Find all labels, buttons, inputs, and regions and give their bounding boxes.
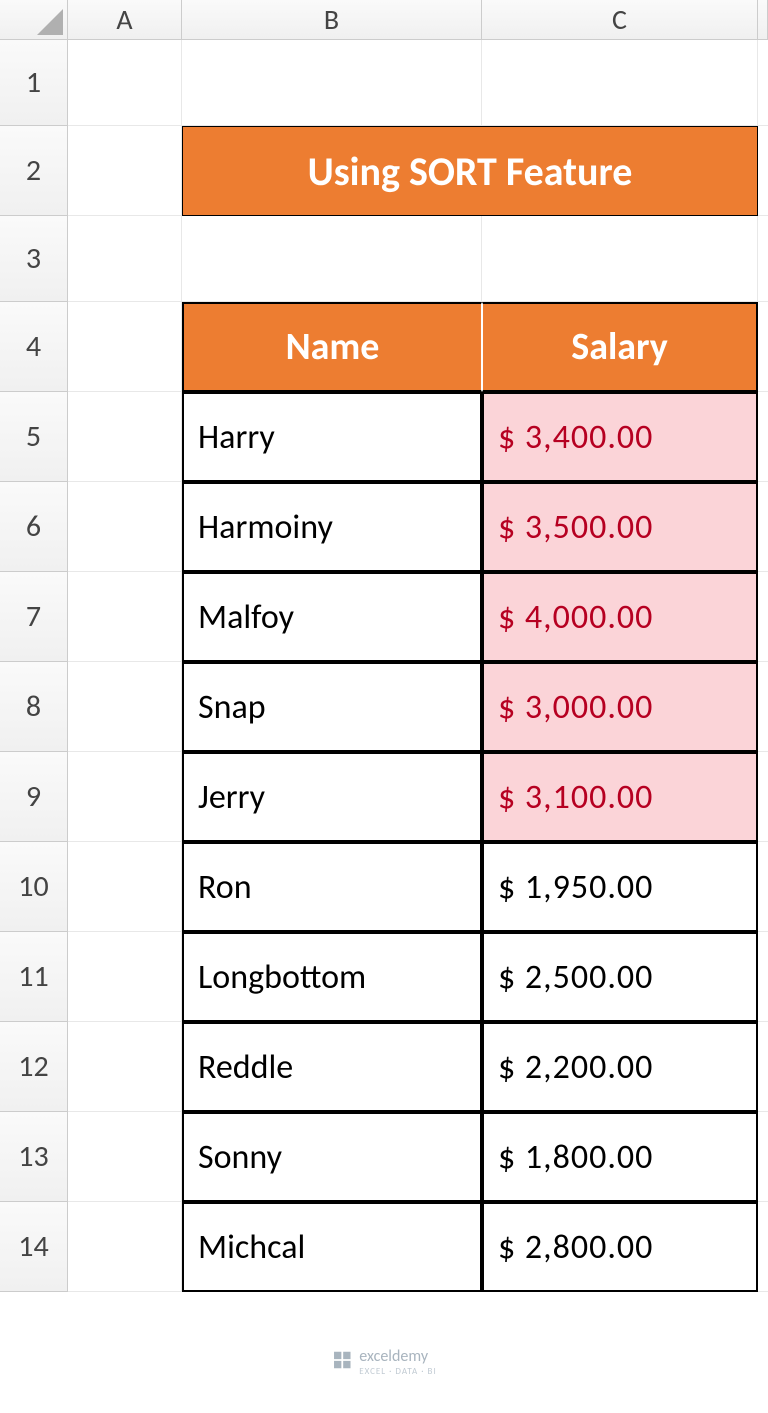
row-header-7[interactable]: 7 — [0, 572, 68, 662]
data-name-4[interactable]: Jerry — [182, 752, 482, 842]
cell-a5[interactable] — [68, 392, 182, 482]
data-name-2[interactable]: Malfoy — [182, 572, 482, 662]
watermark-tag: EXCEL · DATA · BI — [359, 1366, 436, 1377]
cell-a9[interactable] — [68, 752, 182, 842]
data-name-7[interactable]: Reddle — [182, 1022, 482, 1112]
cell-a10[interactable] — [68, 842, 182, 932]
spreadsheet-grid: A B C 1 2 Using SORT Feature 3 4 Name Sa… — [0, 0, 768, 1292]
cell-edge-8 — [758, 662, 768, 752]
row-header-11[interactable]: 11 — [0, 932, 68, 1022]
watermark: exceldemy EXCEL · DATA · BI — [331, 1347, 436, 1377]
data-salary-2[interactable]: $ 4,000.00 — [482, 572, 758, 662]
data-salary-9[interactable]: $ 2,800.00 — [482, 1202, 758, 1292]
cell-c1[interactable] — [482, 40, 758, 126]
cell-c3[interactable] — [482, 216, 758, 302]
cell-edge-3 — [758, 216, 768, 302]
row-header-4[interactable]: 4 — [0, 302, 68, 392]
data-salary-5[interactable]: $ 1,950.00 — [482, 842, 758, 932]
col-header-b[interactable]: B — [182, 0, 482, 40]
cell-edge-7 — [758, 572, 768, 662]
row-header-14[interactable]: 14 — [0, 1202, 68, 1292]
cell-edge-5 — [758, 392, 768, 482]
row-header-5[interactable]: 5 — [0, 392, 68, 482]
cell-edge-1 — [758, 40, 768, 126]
row-header-10[interactable]: 10 — [0, 842, 68, 932]
cell-edge-4 — [758, 302, 768, 392]
data-name-1[interactable]: Harmoiny — [182, 482, 482, 572]
cell-a2[interactable] — [68, 126, 182, 216]
cell-edge-2 — [758, 126, 768, 216]
row-header-2[interactable]: 2 — [0, 126, 68, 216]
cell-edge-11 — [758, 932, 768, 1022]
cell-a8[interactable] — [68, 662, 182, 752]
cell-a13[interactable] — [68, 1112, 182, 1202]
cell-b1[interactable] — [182, 40, 482, 126]
watermark-logo-icon — [331, 1349, 353, 1376]
cell-edge-9 — [758, 752, 768, 842]
data-salary-6[interactable]: $ 2,500.00 — [482, 932, 758, 1022]
cell-a6[interactable] — [68, 482, 182, 572]
data-name-0[interactable]: Harry — [182, 392, 482, 482]
cell-a11[interactable] — [68, 932, 182, 1022]
row-header-9[interactable]: 9 — [0, 752, 68, 842]
title-cell[interactable]: Using SORT Feature — [182, 126, 758, 216]
cell-a7[interactable] — [68, 572, 182, 662]
cell-a4[interactable] — [68, 302, 182, 392]
data-name-3[interactable]: Snap — [182, 662, 482, 752]
data-name-5[interactable]: Ron — [182, 842, 482, 932]
table-header-name[interactable]: Name — [182, 302, 482, 392]
cell-b3[interactable] — [182, 216, 482, 302]
watermark-brand: exceldemy — [359, 1347, 428, 1366]
cell-a3[interactable] — [68, 216, 182, 302]
data-salary-1[interactable]: $ 3,500.00 — [482, 482, 758, 572]
data-salary-8[interactable]: $ 1,800.00 — [482, 1112, 758, 1202]
cell-a1[interactable] — [68, 40, 182, 126]
data-name-6[interactable]: Longbottom — [182, 932, 482, 1022]
data-name-9[interactable]: Michcal — [182, 1202, 482, 1292]
data-salary-0[interactable]: $ 3,400.00 — [482, 392, 758, 482]
cell-a14[interactable] — [68, 1202, 182, 1292]
cell-edge-14 — [758, 1202, 768, 1292]
row-header-13[interactable]: 13 — [0, 1112, 68, 1202]
row-header-3[interactable]: 3 — [0, 216, 68, 302]
cell-edge-13 — [758, 1112, 768, 1202]
select-all-corner[interactable] — [0, 0, 68, 40]
cell-a12[interactable] — [68, 1022, 182, 1112]
table-header-salary[interactable]: Salary — [482, 302, 758, 392]
data-salary-7[interactable]: $ 2,200.00 — [482, 1022, 758, 1112]
cell-edge-10 — [758, 842, 768, 932]
col-header-a[interactable]: A — [68, 0, 182, 40]
col-header-edge — [758, 0, 768, 40]
data-salary-4[interactable]: $ 3,100.00 — [482, 752, 758, 842]
row-header-12[interactable]: 12 — [0, 1022, 68, 1112]
cell-edge-6 — [758, 482, 768, 572]
data-name-8[interactable]: Sonny — [182, 1112, 482, 1202]
row-header-1[interactable]: 1 — [0, 40, 68, 126]
data-salary-3[interactable]: $ 3,000.00 — [482, 662, 758, 752]
row-header-8[interactable]: 8 — [0, 662, 68, 752]
row-header-6[interactable]: 6 — [0, 482, 68, 572]
cell-edge-12 — [758, 1022, 768, 1112]
col-header-c[interactable]: C — [482, 0, 758, 40]
